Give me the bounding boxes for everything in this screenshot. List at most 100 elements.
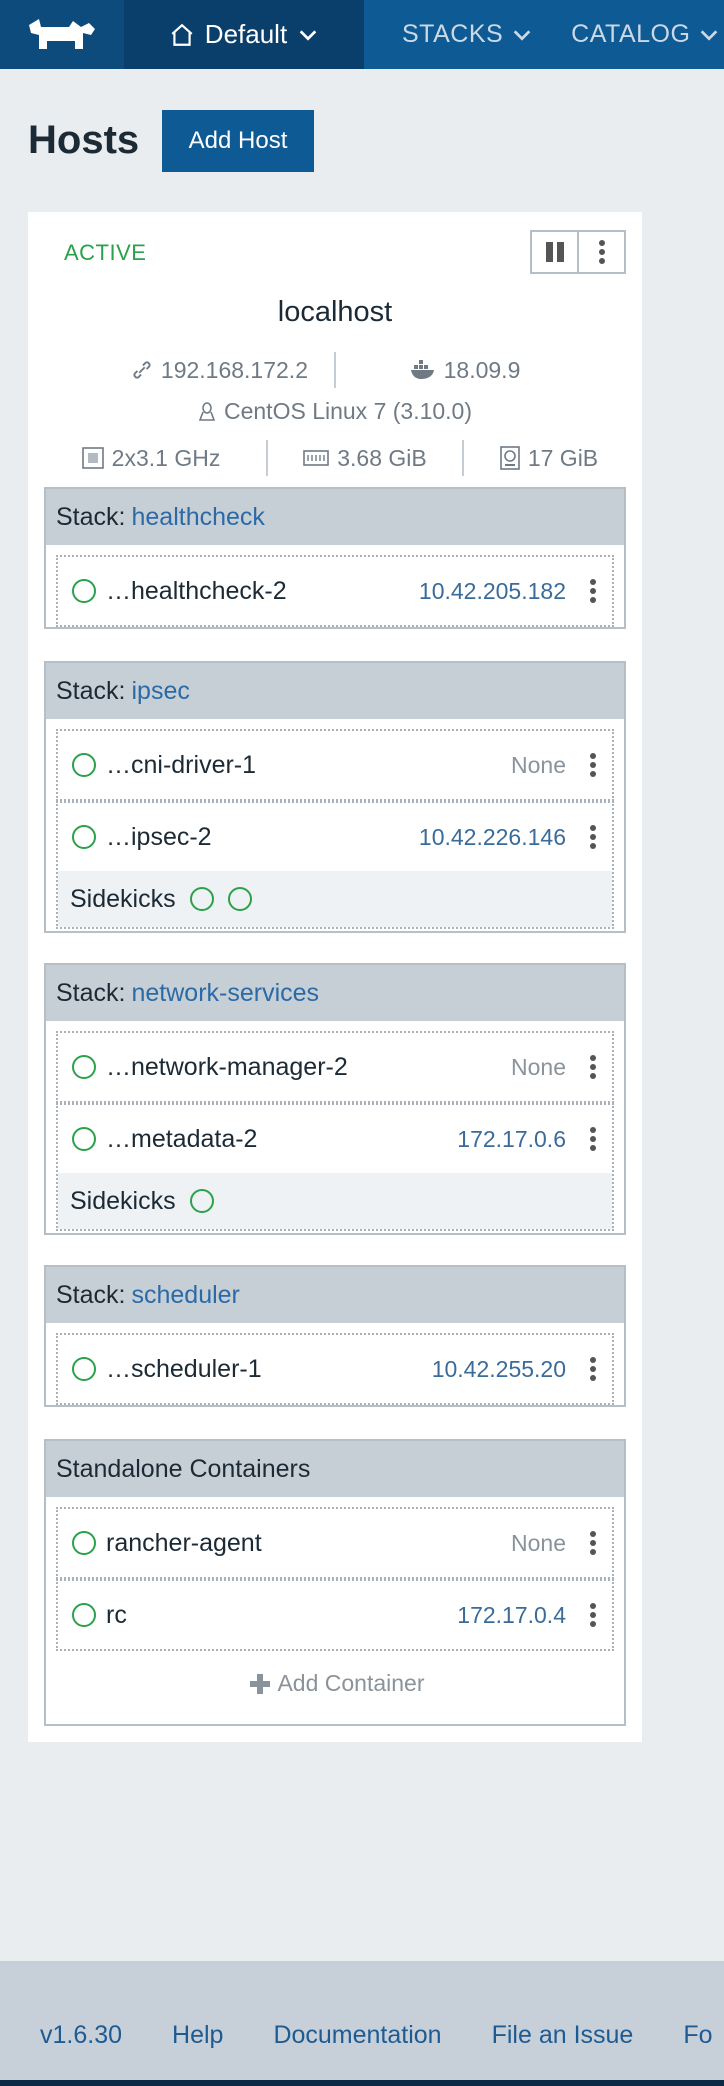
kebab-menu-icon xyxy=(590,1127,596,1151)
kebab-menu-icon xyxy=(598,240,605,264)
footer-documentation-link[interactable]: Documentation xyxy=(273,2021,441,2050)
host-card: ACTIVE localhost 192.168.172.2 18.09.9 C… xyxy=(28,212,642,1742)
add-container-button[interactable]: Add Container xyxy=(46,1670,628,1697)
stack-prefix: Stack: xyxy=(56,676,126,705)
container-name[interactable]: …healthcheck-2 xyxy=(106,577,419,606)
chevron-down-icon xyxy=(513,29,531,41)
container-menu-button[interactable] xyxy=(578,1349,608,1389)
container-menu-button[interactable] xyxy=(578,1523,608,1563)
host-menu-button[interactable] xyxy=(579,232,624,272)
add-container-label: Add Container xyxy=(277,1670,425,1696)
host-ip-value: 192.168.172.2 xyxy=(160,356,308,383)
container-name[interactable]: …network-manager-2 xyxy=(106,1053,511,1082)
container-row: rancher-agent None xyxy=(58,1509,612,1577)
container-row: …scheduler-1 10.42.255.20 xyxy=(58,1335,612,1403)
container-ip: 10.42.226.146 xyxy=(418,823,566,850)
kebab-menu-icon xyxy=(590,753,596,777)
status-circle-icon xyxy=(72,1055,96,1079)
host-cpu-value: 2x3.1 GHz xyxy=(111,444,221,471)
status-circle-icon xyxy=(72,825,96,849)
container-row: …metadata-2 172.17.0.6 xyxy=(58,1105,612,1173)
host-memory-value: 3.68 GiB xyxy=(337,444,427,471)
container-card: …ipsec-2 10.42.226.146 Sidekicks xyxy=(56,801,614,929)
container-name[interactable]: …metadata-2 xyxy=(106,1125,457,1154)
container-ip: 172.17.0.6 xyxy=(457,1125,566,1152)
nav-stacks-label: STACKS xyxy=(402,20,504,48)
cpu-icon xyxy=(81,447,104,469)
footer-version-link[interactable]: v1.6.30 xyxy=(40,2021,122,2050)
container-ip: 172.17.0.4 xyxy=(457,1601,566,1628)
page-title: Hosts xyxy=(28,118,140,162)
host-os-value: CentOS Linux 7 (3.10.0) xyxy=(223,398,473,424)
footer-forums-link[interactable]: Fo xyxy=(683,2021,712,2050)
stack-link-scheduler[interactable]: scheduler xyxy=(131,1281,239,1310)
status-circle-icon xyxy=(72,1357,96,1381)
top-nav: Default STACKS CATALOG xyxy=(0,0,724,69)
host-state-badge: ACTIVE xyxy=(64,240,147,265)
status-circle-icon xyxy=(72,1531,96,1555)
host-os: CentOS Linux 7 (3.10.0) xyxy=(198,398,472,425)
stack-network-services: Stack: network-services …network-manager… xyxy=(44,963,626,1235)
sidekick-status-icon[interactable] xyxy=(189,1189,214,1213)
container-card: …cni-driver-1 None xyxy=(56,729,614,801)
standalone-header: Standalone Containers xyxy=(46,1441,624,1497)
sidekick-status-icon[interactable] xyxy=(227,887,252,911)
container-name[interactable]: …scheduler-1 xyxy=(106,1355,432,1384)
stack-link-ipsec[interactable]: ipsec xyxy=(131,677,189,706)
nav-stacks[interactable]: STACKS xyxy=(402,20,533,49)
host-storage: 17 GiB xyxy=(464,445,634,472)
nav-catalog[interactable]: CATALOG xyxy=(571,20,720,49)
stack-scheduler: Stack: scheduler …scheduler-1 10.42.255.… xyxy=(44,1265,626,1407)
stack-prefix: Stack: xyxy=(56,1280,126,1309)
kebab-menu-icon xyxy=(590,1357,596,1381)
kebab-menu-icon xyxy=(590,825,596,849)
container-ip: None xyxy=(511,1053,566,1080)
container-menu-button[interactable] xyxy=(578,817,608,857)
rancher-logo[interactable] xyxy=(0,0,124,69)
container-menu-button[interactable] xyxy=(578,571,608,611)
host-resources-row: 2x3.1 GHz 3.68 GiB 17 GiB xyxy=(28,440,642,476)
container-name[interactable]: rancher-agent xyxy=(106,1529,511,1558)
stack-link-healthcheck[interactable]: healthcheck xyxy=(131,503,264,532)
cow-logo-icon xyxy=(29,18,95,49)
container-menu-button[interactable] xyxy=(578,1119,608,1159)
container-menu-button[interactable] xyxy=(578,1595,608,1635)
footer-file-issue-link[interactable]: File an Issue xyxy=(492,2021,634,2050)
pause-icon xyxy=(545,242,564,262)
container-menu-button[interactable] xyxy=(578,1047,608,1087)
container-ip: None xyxy=(511,1529,566,1556)
container-menu-button[interactable] xyxy=(578,745,608,785)
container-row: …network-manager-2 None xyxy=(58,1033,612,1101)
sidekick-status-icon[interactable] xyxy=(189,887,214,911)
container-name[interactable]: …ipsec-2 xyxy=(106,823,419,852)
container-card: …network-manager-2 None xyxy=(56,1031,614,1103)
kebab-menu-icon xyxy=(590,1603,596,1627)
host-network-row: 192.168.172.2 18.09.9 xyxy=(28,352,642,388)
host-memory: 3.68 GiB xyxy=(268,445,462,472)
footer-help-link[interactable]: Help xyxy=(172,2021,223,2050)
container-name[interactable]: rc xyxy=(106,1601,457,1630)
footer-links: v1.6.30 Help Documentation File an Issue… xyxy=(40,2021,713,2050)
status-circle-icon xyxy=(72,579,96,603)
host-ip: 192.168.172.2 xyxy=(76,357,334,384)
memory-icon xyxy=(303,450,330,466)
kebab-menu-icon xyxy=(590,1531,596,1555)
stack-header: Stack: network-services xyxy=(46,965,624,1021)
status-circle-icon xyxy=(72,1127,96,1151)
container-card: …metadata-2 172.17.0.6 Sidekicks xyxy=(56,1103,614,1231)
container-card: …scheduler-1 10.42.255.20 xyxy=(56,1333,614,1405)
pause-button[interactable] xyxy=(532,232,579,272)
host-storage-value: 17 GiB xyxy=(527,444,599,471)
container-row: …cni-driver-1 None xyxy=(58,731,612,799)
container-name[interactable]: …cni-driver-1 xyxy=(106,751,511,780)
host-cpu: 2x3.1 GHz xyxy=(36,445,266,472)
stack-link-network-services[interactable]: network-services xyxy=(131,979,319,1008)
container-card: rancher-agent None xyxy=(56,1507,614,1579)
add-host-button[interactable]: Add Host xyxy=(162,110,314,172)
environment-switcher[interactable]: Default xyxy=(124,0,364,69)
standalone-title: Standalone Containers xyxy=(56,1454,311,1483)
host-name[interactable]: localhost xyxy=(28,296,642,329)
chevron-down-icon xyxy=(299,29,317,41)
footer: v1.6.30 Help Documentation File an Issue… xyxy=(0,1961,724,2086)
container-card: …healthcheck-2 10.42.205.182 xyxy=(56,555,614,627)
